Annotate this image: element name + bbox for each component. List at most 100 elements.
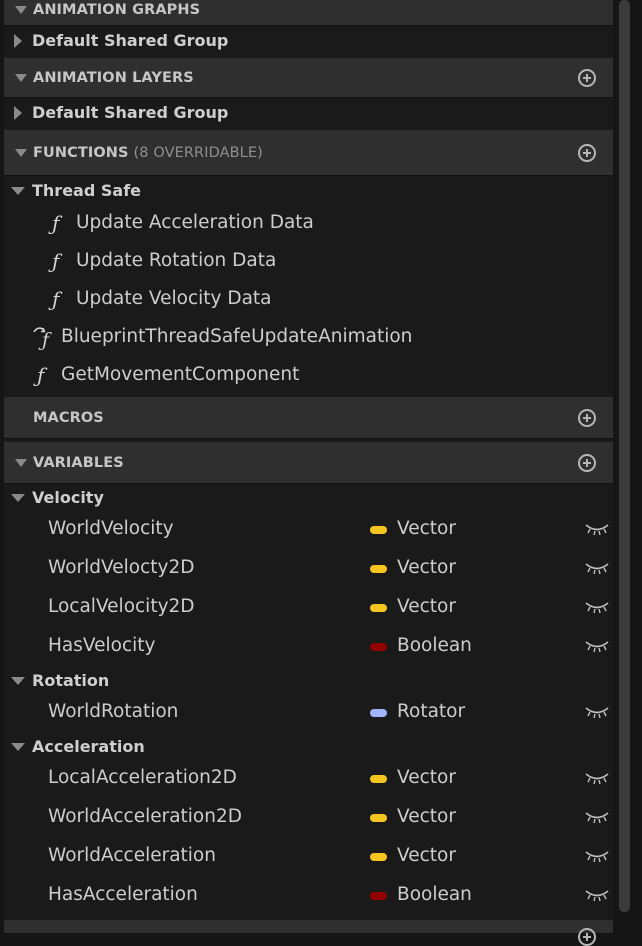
expand-triangle-icon — [14, 34, 22, 48]
function-item[interactable]: ƒ GetMovementComponent — [4, 362, 613, 390]
scrollbar[interactable] — [619, 0, 630, 912]
category-label: Acceleration — [32, 737, 145, 756]
section-title: FUNCTIONS (8 OVERRIDABLE) — [33, 130, 263, 175]
variable-name: WorldAcceleration2D — [48, 806, 242, 827]
variable-row[interactable]: HasVelocity Boolean — [4, 634, 613, 660]
variable-name: WorldRotation — [48, 701, 179, 722]
add-animation-layer-button[interactable] — [578, 69, 596, 87]
vector-type-pill-icon — [370, 604, 387, 612]
variable-type: Vector — [397, 767, 456, 788]
category-label: Rotation — [32, 671, 110, 690]
section-title: MACROS — [33, 409, 104, 426]
boolean-type-pill-icon — [370, 892, 387, 900]
variable-name: WorldVelocty2D — [48, 557, 195, 578]
overridable-count: (8 OVERRIDABLE) — [133, 144, 263, 161]
variable-type: Rotator — [397, 701, 466, 722]
function-label: BlueprintThreadSafeUpdateAnimation — [61, 326, 413, 347]
collapse-triangle-icon — [11, 494, 25, 502]
variable-category-acceleration[interactable]: Acceleration — [4, 736, 613, 758]
section-variables[interactable]: VARIABLES — [4, 442, 613, 484]
function-icon: ƒ — [52, 211, 60, 235]
variable-type: Boolean — [397, 635, 472, 656]
expand-triangle-icon — [14, 106, 22, 120]
svg-text:ƒ: ƒ — [38, 329, 52, 350]
function-icon: ƒ — [52, 287, 60, 311]
variable-row[interactable]: LocalAcceleration2D Vector — [4, 766, 613, 792]
function-item[interactable]: ƒ Update Rotation Data — [4, 248, 613, 276]
collapse-triangle-icon — [11, 187, 25, 195]
variable-type: Vector — [397, 806, 456, 827]
variable-row[interactable]: WorldAcceleration Vector — [4, 844, 613, 870]
hidden-eye-icon[interactable] — [585, 522, 609, 536]
variable-row[interactable]: WorldRotation Rotator — [4, 700, 613, 726]
category-label: Thread Safe — [32, 181, 141, 200]
variable-name: HasVelocity — [48, 635, 156, 656]
section-title: VARIABLES — [33, 454, 124, 471]
add-function-button[interactable] — [578, 144, 596, 162]
function-item[interactable]: ƒ Update Velocity Data — [4, 286, 613, 314]
layer-group-default[interactable]: Default Shared Group — [4, 102, 613, 124]
section-animation-layers[interactable]: ANIMATION LAYERS — [4, 58, 613, 98]
boolean-type-pill-icon — [370, 643, 387, 651]
override-function-icon: ƒ — [33, 327, 52, 350]
collapse-triangle-icon — [15, 149, 27, 157]
function-label: GetMovementComponent — [61, 364, 300, 385]
variable-category-rotation[interactable]: Rotation — [4, 670, 613, 692]
section-title: ANIMATION GRAPHS — [33, 1, 201, 18]
function-icon: ƒ — [37, 363, 45, 387]
add-button-partial[interactable] — [578, 928, 596, 946]
function-label: Update Rotation Data — [76, 250, 277, 271]
variable-type: Vector — [397, 596, 456, 617]
collapse-triangle-icon — [11, 677, 25, 685]
category-label: Velocity — [32, 488, 104, 507]
section-title: ANIMATION LAYERS — [33, 69, 194, 86]
section-next-partial — [4, 920, 613, 946]
hidden-eye-icon[interactable] — [585, 888, 609, 902]
variable-name: LocalAcceleration2D — [48, 767, 237, 788]
vector-type-pill-icon — [370, 775, 387, 783]
hidden-eye-icon[interactable] — [585, 771, 609, 785]
hidden-eye-icon[interactable] — [585, 600, 609, 614]
collapse-triangle-icon — [15, 74, 27, 82]
variable-name: LocalVelocity2D — [48, 596, 195, 617]
function-icon: ƒ — [52, 249, 60, 273]
hidden-eye-icon[interactable] — [585, 639, 609, 653]
variable-type: Boolean — [397, 884, 472, 905]
collapse-triangle-icon — [15, 459, 27, 467]
hidden-eye-icon[interactable] — [585, 561, 609, 575]
variable-name: WorldVelocity — [48, 518, 174, 539]
function-item-override[interactable]: ƒ BlueprintThreadSafeUpdateAnimation — [4, 324, 613, 352]
variable-row[interactable]: WorldVelocty2D Vector — [4, 556, 613, 582]
function-label: Update Velocity Data — [76, 288, 272, 309]
variable-row[interactable]: LocalVelocity2D Vector — [4, 595, 613, 621]
add-variable-button[interactable] — [578, 454, 596, 472]
variable-type: Vector — [397, 518, 456, 539]
variable-name: HasAcceleration — [48, 884, 198, 905]
function-label: Update Acceleration Data — [76, 212, 314, 233]
collapse-triangle-icon — [11, 743, 25, 751]
hidden-eye-icon[interactable] — [585, 849, 609, 863]
graph-group-default[interactable]: Default Shared Group — [4, 30, 613, 52]
variable-row[interactable]: HasAcceleration Boolean — [4, 883, 613, 909]
collapse-triangle-icon — [15, 6, 27, 14]
variable-category-velocity[interactable]: Velocity — [4, 487, 613, 509]
vector-type-pill-icon — [370, 853, 387, 861]
function-category-thread-safe[interactable]: Thread Safe — [4, 180, 613, 202]
section-functions[interactable]: FUNCTIONS (8 OVERRIDABLE) — [4, 130, 613, 176]
group-label: Default Shared Group — [32, 31, 229, 50]
variable-row[interactable]: WorldAcceleration2D Vector — [4, 805, 613, 831]
variable-type: Vector — [397, 845, 456, 866]
rotator-type-pill-icon — [370, 709, 387, 717]
vector-type-pill-icon — [370, 526, 387, 534]
vector-type-pill-icon — [370, 565, 387, 573]
section-macros[interactable]: MACROS — [4, 397, 613, 439]
section-animation-graphs[interactable]: ANIMATION GRAPHS — [4, 0, 613, 26]
variable-row[interactable]: WorldVelocity Vector — [4, 517, 613, 543]
variable-name: WorldAcceleration — [48, 845, 216, 866]
section-title-text: FUNCTIONS — [33, 144, 129, 161]
add-macro-button[interactable] — [578, 409, 596, 427]
hidden-eye-icon[interactable] — [585, 810, 609, 824]
function-item[interactable]: ƒ Update Acceleration Data — [4, 210, 613, 238]
hidden-eye-icon[interactable] — [585, 705, 609, 719]
variable-type: Vector — [397, 557, 456, 578]
